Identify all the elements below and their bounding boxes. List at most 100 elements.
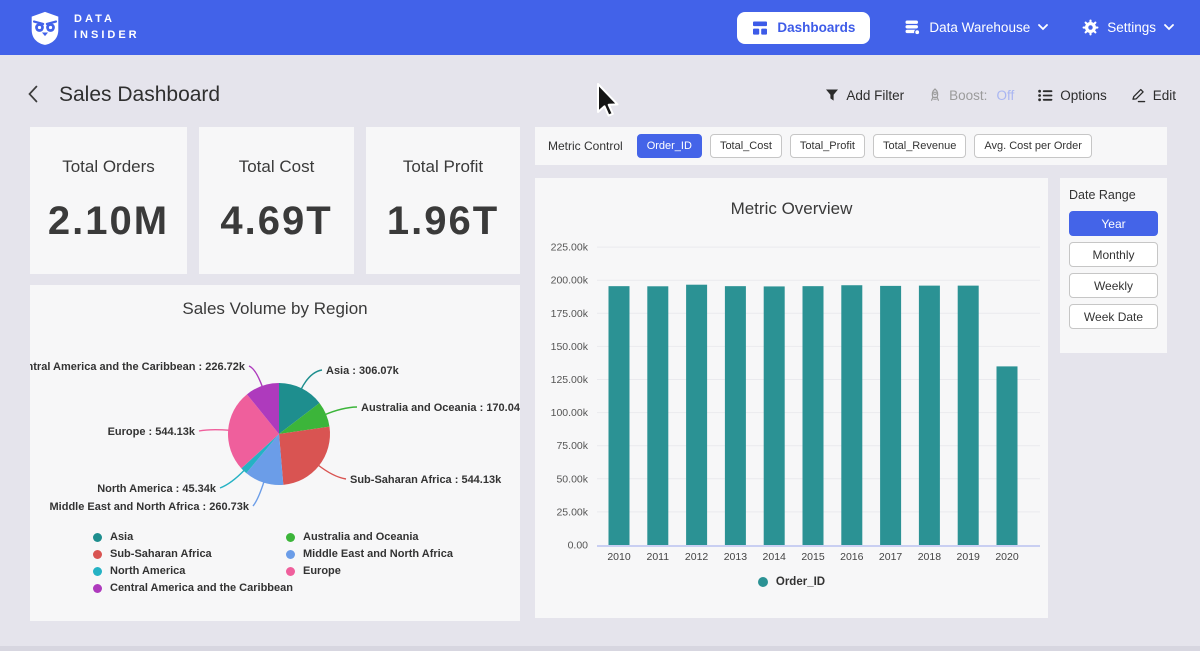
pie-leader-line bbox=[317, 465, 346, 480]
options-list-icon bbox=[1038, 89, 1053, 102]
date-range-button-monthly[interactable]: Monthly bbox=[1069, 242, 1158, 267]
bar-2011[interactable] bbox=[647, 286, 668, 545]
dashboards-button[interactable]: Dashboards bbox=[737, 12, 870, 44]
y-axis-tick: 75.00k bbox=[556, 440, 588, 452]
metric-buttons: Order_ID Total_Cost Total_Profit Total_Reve… bbox=[637, 134, 1100, 158]
bar-2012[interactable] bbox=[686, 285, 707, 545]
legend-dot bbox=[93, 533, 102, 542]
pie-leader-line bbox=[249, 366, 263, 388]
pie-label-middle-east-and-north-africa: Middle East and North Africa : 260.73k bbox=[50, 501, 250, 513]
legend-label: Australia and Oceania bbox=[303, 531, 419, 543]
pie-chart-card: Sales Volume by Region Asia : 306.07kAus… bbox=[30, 285, 520, 621]
pie-leader-line bbox=[301, 370, 322, 390]
x-axis-label-2013: 2013 bbox=[724, 551, 748, 563]
metric-button-total-revenue[interactable]: Total_Revenue bbox=[873, 134, 966, 158]
edit-label: Edit bbox=[1153, 88, 1176, 103]
pie-legend-item-asia[interactable]: Asia bbox=[93, 531, 293, 543]
bar-2014[interactable] bbox=[764, 286, 785, 545]
back-button[interactable] bbox=[24, 83, 42, 108]
metric-button-order-id[interactable]: Order_ID bbox=[637, 134, 702, 158]
x-axis-label-2014: 2014 bbox=[763, 551, 787, 563]
bar-2013[interactable] bbox=[725, 286, 746, 545]
dashboards-label: Dashboards bbox=[777, 20, 855, 35]
metric-button-avg-cost-per-order[interactable]: Avg. Cost per Order bbox=[974, 134, 1092, 158]
header-actions: Add Filter Boost:Off bbox=[825, 88, 1176, 103]
x-axis-label-2016: 2016 bbox=[840, 551, 864, 563]
legend-dot bbox=[758, 577, 768, 587]
x-axis-label-2018: 2018 bbox=[918, 551, 942, 563]
kpi-card-total-profit: Total Profit 1.96T bbox=[366, 127, 520, 274]
pie-legend-item-north-america[interactable]: North America bbox=[93, 565, 293, 577]
y-axis-tick: 200.00k bbox=[551, 275, 589, 287]
legend-label: Order_ID bbox=[776, 576, 825, 588]
pie-legend-item-europe[interactable]: Europe bbox=[286, 565, 453, 577]
pie-leader-line bbox=[220, 469, 245, 488]
legend-label: Central America and the Caribbean bbox=[110, 582, 293, 594]
add-filter-label: Add Filter bbox=[846, 88, 904, 103]
y-axis-tick: 150.00k bbox=[551, 341, 589, 353]
pie-legend-item-sub-saharan-africa[interactable]: Sub-Saharan Africa bbox=[93, 548, 293, 560]
kpi-value: 2.10M bbox=[48, 199, 169, 244]
bar-2020[interactable] bbox=[997, 366, 1018, 545]
y-axis-tick: 50.00k bbox=[556, 473, 588, 485]
legend-label: Middle East and North Africa bbox=[303, 548, 453, 560]
options-button[interactable]: Options bbox=[1038, 88, 1107, 103]
pie-label-asia: Asia : 306.07k bbox=[326, 365, 400, 377]
dashboard-grid-icon bbox=[752, 20, 768, 36]
database-icon bbox=[904, 19, 921, 36]
bar-2019[interactable] bbox=[958, 286, 979, 545]
metric-button-total-cost[interactable]: Total_Cost bbox=[710, 134, 782, 158]
owl-logo-icon bbox=[26, 9, 64, 47]
page-title: Sales Dashboard bbox=[59, 83, 220, 107]
pie-label-australia-and-oceania: Australia and Oceania : 170.04k bbox=[361, 402, 520, 414]
brand-logo[interactable]: DATA INSIDER bbox=[26, 9, 140, 47]
pie-label-central-america-and-the-caribbean: Central America and the Caribbean : 226.… bbox=[30, 361, 246, 373]
bar-2018[interactable] bbox=[919, 286, 940, 545]
add-filter-button[interactable]: Add Filter bbox=[825, 88, 904, 103]
x-axis-label-2011: 2011 bbox=[647, 551, 670, 563]
bar-2015[interactable] bbox=[803, 286, 824, 545]
data-warehouse-menu[interactable]: Data Warehouse bbox=[904, 19, 1048, 36]
x-axis-label-2010: 2010 bbox=[607, 551, 631, 563]
pie-legend-item-middle-east-and-north-africa[interactable]: Middle East and North Africa bbox=[286, 548, 453, 560]
y-axis-tick: 25.00k bbox=[556, 506, 588, 518]
date-range-card: Date Range Year Monthly Weekly Week Date bbox=[1060, 178, 1167, 353]
x-axis-label-2017: 2017 bbox=[879, 551, 903, 563]
pie-slice-sub-saharan-africa[interactable] bbox=[279, 427, 330, 485]
y-axis-tick: 125.00k bbox=[551, 374, 589, 386]
y-axis-tick: 100.00k bbox=[551, 407, 589, 419]
edit-button[interactable]: Edit bbox=[1131, 88, 1176, 103]
chevron-left-icon bbox=[26, 85, 40, 103]
bar-2016[interactable] bbox=[841, 285, 862, 545]
kpi-label: Total Cost bbox=[239, 157, 315, 177]
boost-toggle[interactable]: Boost:Off bbox=[928, 88, 1014, 103]
brand-line2: INSIDER bbox=[74, 28, 140, 43]
date-range-button-year[interactable]: Year bbox=[1069, 211, 1158, 236]
pie-label-europe: Europe : 544.13k bbox=[108, 426, 196, 438]
boost-label: Boost: bbox=[949, 88, 987, 103]
data-warehouse-label: Data Warehouse bbox=[929, 20, 1030, 35]
gear-icon bbox=[1082, 19, 1099, 36]
pie-legend-column-1: Asia Sub-Saharan Africa North America Centr… bbox=[93, 531, 293, 594]
date-range-button-weekly[interactable]: Weekly bbox=[1069, 273, 1158, 298]
pie-legend-item-australia-and-oceania[interactable]: Australia and Oceania bbox=[286, 531, 453, 543]
navbar-menu: Dashboards Data Warehouse bbox=[737, 12, 1174, 44]
date-range-button-week-date[interactable]: Week Date bbox=[1069, 304, 1158, 329]
pie-legend-column-2: Australia and Oceania Middle East and Nor… bbox=[286, 531, 453, 577]
legend-label: Asia bbox=[110, 531, 133, 543]
x-axis-label-2019: 2019 bbox=[957, 551, 981, 563]
kpi-value: 4.69T bbox=[220, 199, 332, 244]
pencil-icon bbox=[1131, 88, 1146, 103]
bar-2017[interactable] bbox=[880, 286, 901, 545]
pie-label-north-america: North America : 45.34k bbox=[97, 483, 217, 495]
kpi-value: 1.96T bbox=[387, 199, 499, 244]
filter-funnel-icon bbox=[825, 88, 839, 102]
settings-menu[interactable]: Settings bbox=[1082, 19, 1174, 36]
date-range-label: Date Range bbox=[1069, 188, 1158, 202]
legend-dot bbox=[286, 533, 295, 542]
bar-2010[interactable] bbox=[609, 286, 630, 545]
rocket-icon bbox=[928, 88, 942, 103]
metric-button-total-profit[interactable]: Total_Profit bbox=[790, 134, 865, 158]
pie-legend-item-central-america-and-the-caribbean[interactable]: Central America and the Caribbean bbox=[93, 582, 293, 594]
y-axis-tick: 0.00 bbox=[568, 540, 589, 552]
